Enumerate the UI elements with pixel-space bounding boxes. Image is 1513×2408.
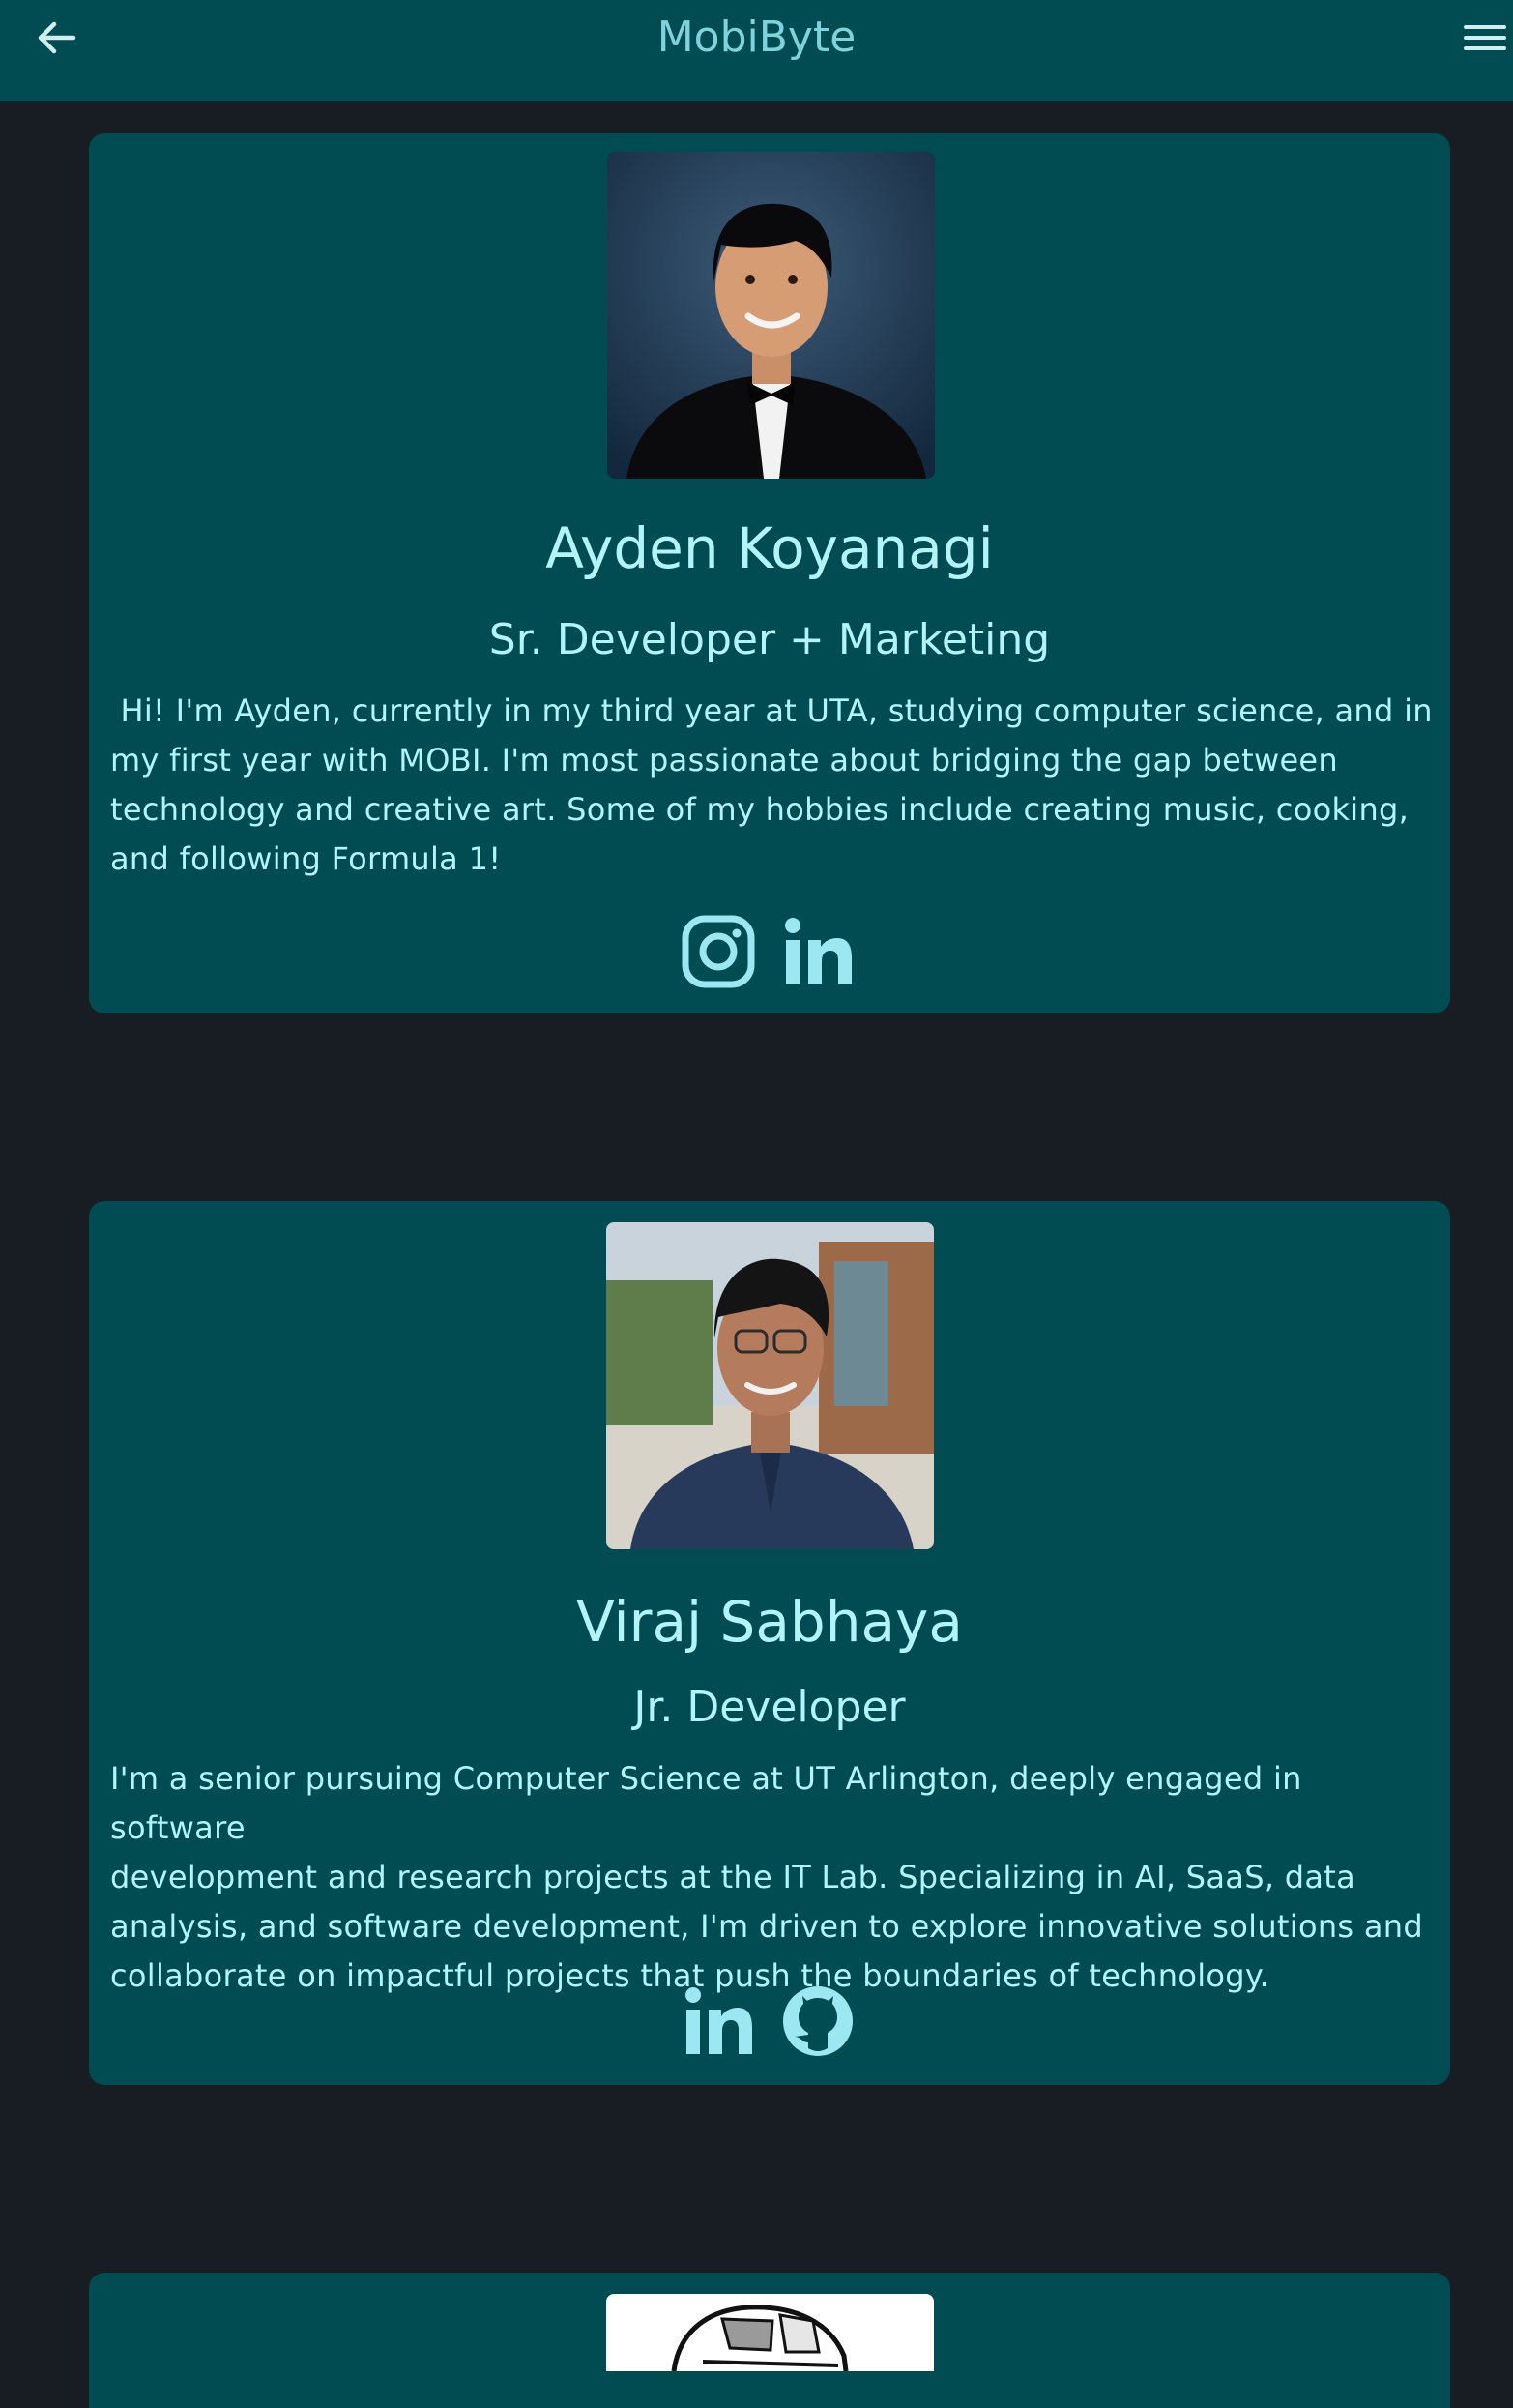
instagram-link[interactable]: [682, 915, 755, 988]
linkedin-icon: [785, 918, 852, 984]
member-bio: I'm a senior pursuing Computer Science a…: [110, 1760, 1423, 1994]
profile-photo: [606, 1222, 934, 1549]
linkedin-link[interactable]: [781, 915, 855, 988]
profile-photo: [606, 2294, 934, 2371]
member-bio: Hi! I'm Ayden, currently in my third yea…: [110, 692, 1433, 877]
menu-button[interactable]: [1458, 15, 1506, 60]
top-app-bar: MobiByte: [0, 0, 1513, 101]
linkedin-icon: [685, 1987, 752, 2054]
team-member-card: Viraj Sabhaya Jr. Developer I'm a senior…: [89, 1201, 1450, 2085]
profile-photo: [607, 152, 935, 479]
member-role: Jr. Developer: [633, 1683, 906, 1732]
member-name: Ayden Koyanagi: [545, 515, 994, 581]
hamburger-menu-icon: [1464, 25, 1506, 50]
linkedin-link[interactable]: [682, 1984, 755, 2058]
team-member-card: Ayden Koyanagi Sr. Developer + Marketing…: [89, 133, 1450, 1013]
app-title: MobiByte: [656, 13, 857, 62]
member-name: Viraj Sabhaya: [576, 1589, 963, 1655]
github-icon: [783, 1986, 853, 2056]
instagram-icon: [682, 915, 755, 988]
member-role: Sr. Developer + Marketing: [488, 615, 1051, 664]
team-member-card: [89, 2273, 1450, 2408]
github-link[interactable]: [781, 1984, 855, 2058]
